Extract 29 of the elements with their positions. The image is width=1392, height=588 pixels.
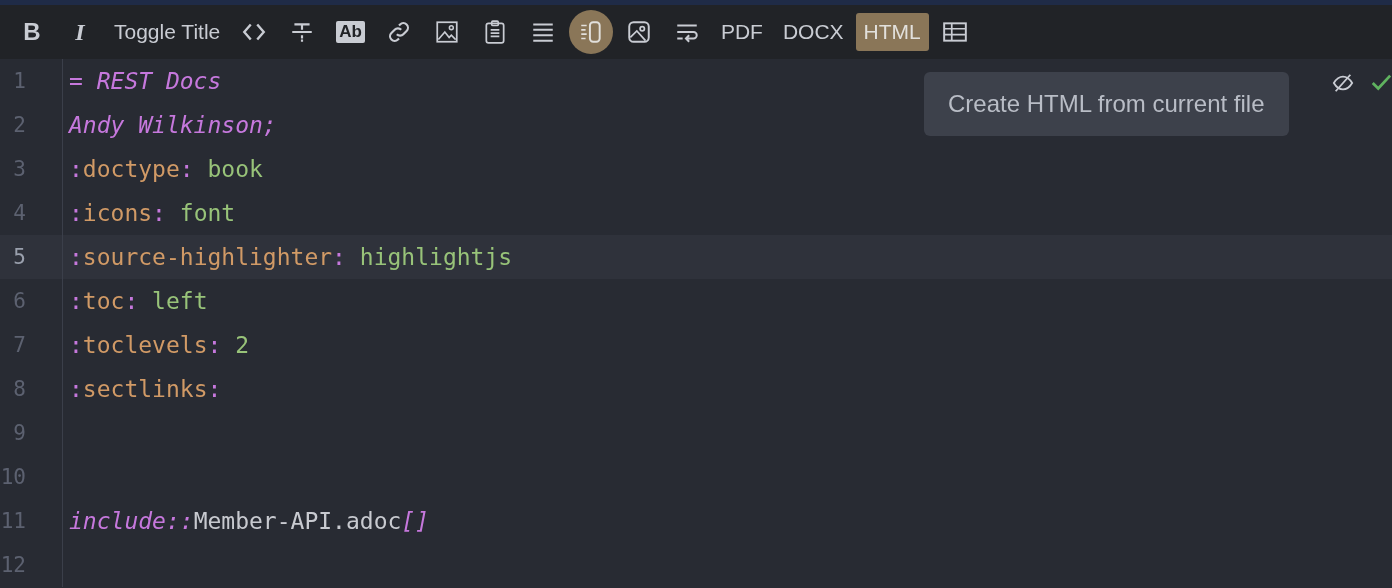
code-line: Andy Wilkinson;: [67, 112, 277, 138]
line-number: 5: [0, 235, 63, 279]
italic-button[interactable]: I: [58, 13, 102, 51]
line-number: 8: [0, 367, 63, 411]
line-number: 1: [0, 59, 63, 103]
hidden-icon[interactable]: [1332, 72, 1354, 94]
code-line: include::Member-API.adoc[]: [68, 508, 430, 534]
toolbar-button[interactable]: Toggle Title: [106, 13, 229, 51]
code-line: :doctype: book: [68, 156, 263, 182]
preview-icon[interactable]: [568, 10, 613, 54]
code-line: :source-highlighter: highlightjs: [68, 244, 513, 270]
line-number: 2: [0, 103, 63, 147]
toolbar-button[interactable]: PDF: [712, 13, 771, 51]
code-line: :sectlinks:: [68, 376, 222, 402]
toolbar-button[interactable]: DOCX: [774, 13, 852, 51]
line-number: 9: [0, 411, 63, 455]
code-line: :icons: font: [68, 200, 236, 226]
line-number: 3: [0, 147, 63, 191]
line-number: 11: [0, 499, 63, 543]
code-line: :toc: left: [68, 288, 208, 314]
highlight-button[interactable]: Ab: [328, 13, 373, 51]
line-number: 10: [0, 455, 63, 499]
line-number: 6: [0, 279, 63, 323]
line-number: 12: [0, 543, 63, 587]
line-number: 7: [0, 323, 63, 367]
bold-button[interactable]: B: [10, 13, 54, 51]
tooltip: Create HTML from current file: [924, 72, 1289, 136]
code-line: = REST Docs: [68, 68, 222, 94]
code-line: :toclevels: 2: [68, 332, 250, 358]
